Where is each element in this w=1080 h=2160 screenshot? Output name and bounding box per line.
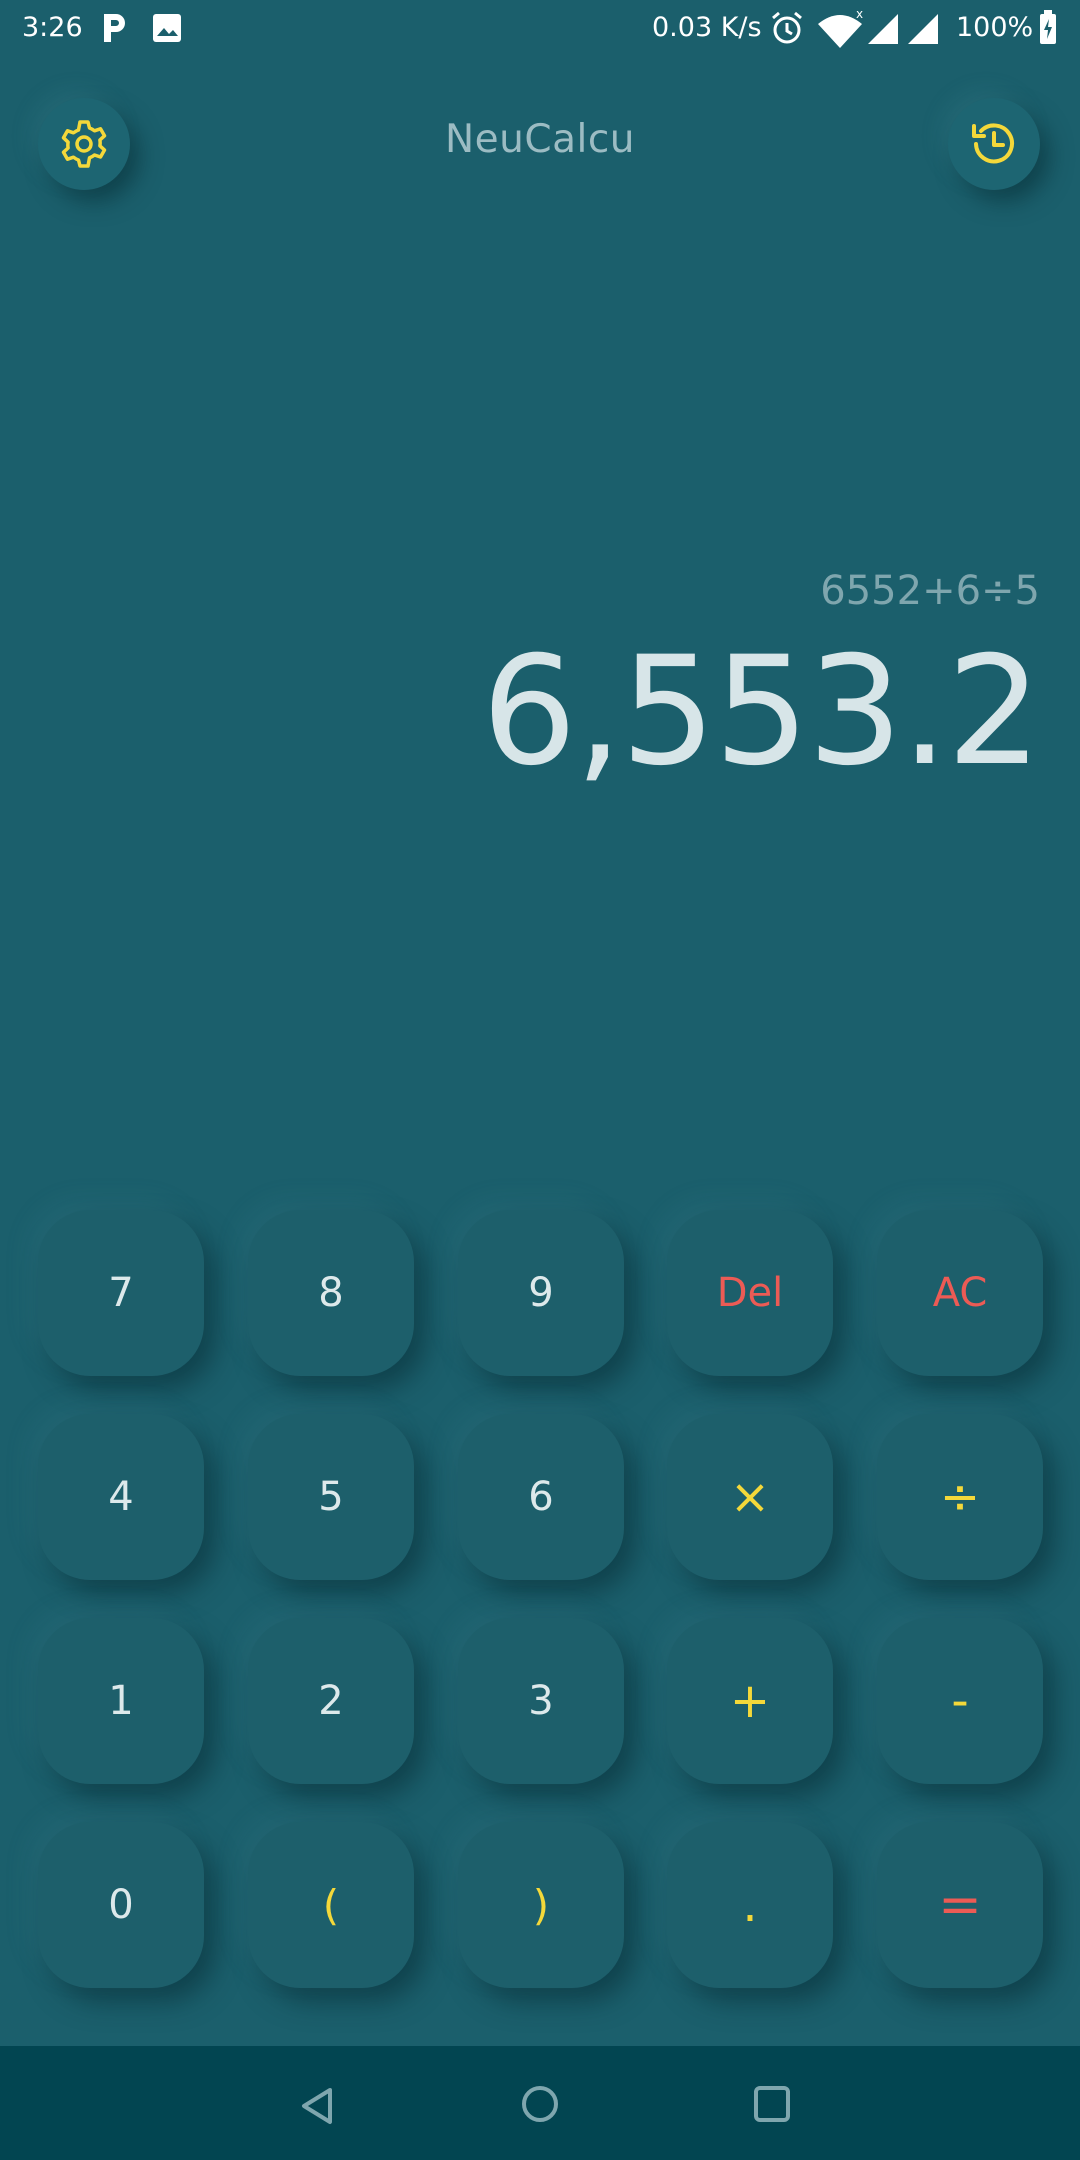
key-6[interactable]: 6 xyxy=(458,1414,624,1580)
multiply-button[interactable]: × xyxy=(667,1414,833,1580)
alarm-icon xyxy=(772,11,802,44)
battery-percent: 100% xyxy=(956,12,1034,43)
key-9[interactable]: 9 xyxy=(458,1210,624,1376)
result-display: 6,553.2 xyxy=(481,625,1042,799)
decimal-button[interactable]: . xyxy=(667,1822,833,1988)
minus-button[interactable]: - xyxy=(877,1618,1043,1784)
history-icon xyxy=(972,123,1014,164)
history-button[interactable] xyxy=(948,98,1040,190)
svg-text:x: x xyxy=(856,8,863,21)
signal-icon xyxy=(868,14,898,44)
home-icon[interactable] xyxy=(518,2082,562,2126)
calculator-screen: 3:26 0.03 K/s x 100% NeuCalcu 6552+6÷5 6… xyxy=(0,0,1080,2160)
recents-icon[interactable] xyxy=(750,2082,794,2126)
status-bar: 3:26 0.03 K/s x 100% xyxy=(0,0,1080,58)
key-7[interactable]: 7 xyxy=(38,1210,204,1376)
all-clear-button[interactable]: AC xyxy=(877,1210,1043,1376)
image-icon xyxy=(153,14,181,42)
wifi-icon: x xyxy=(818,8,863,48)
key-4[interactable]: 4 xyxy=(38,1414,204,1580)
battery-charging-icon xyxy=(1040,10,1056,44)
plus-button[interactable]: + xyxy=(667,1618,833,1784)
key-8[interactable]: 8 xyxy=(248,1210,414,1376)
divide-button[interactable]: ÷ xyxy=(877,1414,1043,1580)
status-time: 3:26 xyxy=(22,12,83,43)
app-title: NeuCalcu xyxy=(444,117,635,162)
close-paren-button[interactable]: ) xyxy=(458,1822,624,1988)
key-2[interactable]: 2 xyxy=(248,1618,414,1784)
signal-icon-2 xyxy=(908,14,938,44)
key-0[interactable]: 0 xyxy=(38,1822,204,1988)
navigation-bar xyxy=(0,2046,1080,2160)
key-3[interactable]: 3 xyxy=(458,1618,624,1784)
expression-display: 6552+6÷5 xyxy=(820,568,1040,614)
equals-button[interactable]: = xyxy=(877,1822,1043,1988)
back-icon[interactable] xyxy=(296,2084,340,2128)
open-paren-button[interactable]: ( xyxy=(248,1822,414,1988)
key-5[interactable]: 5 xyxy=(248,1414,414,1580)
delete-button[interactable]: Del xyxy=(667,1210,833,1376)
key-1[interactable]: 1 xyxy=(38,1618,204,1784)
network-speed: 0.03 K/s xyxy=(652,12,762,43)
keypad: 7 8 9 Del AC 4 5 6 × ÷ 1 2 3 + - 0 ( ) .… xyxy=(0,1198,1080,2048)
parking-icon xyxy=(104,14,125,42)
